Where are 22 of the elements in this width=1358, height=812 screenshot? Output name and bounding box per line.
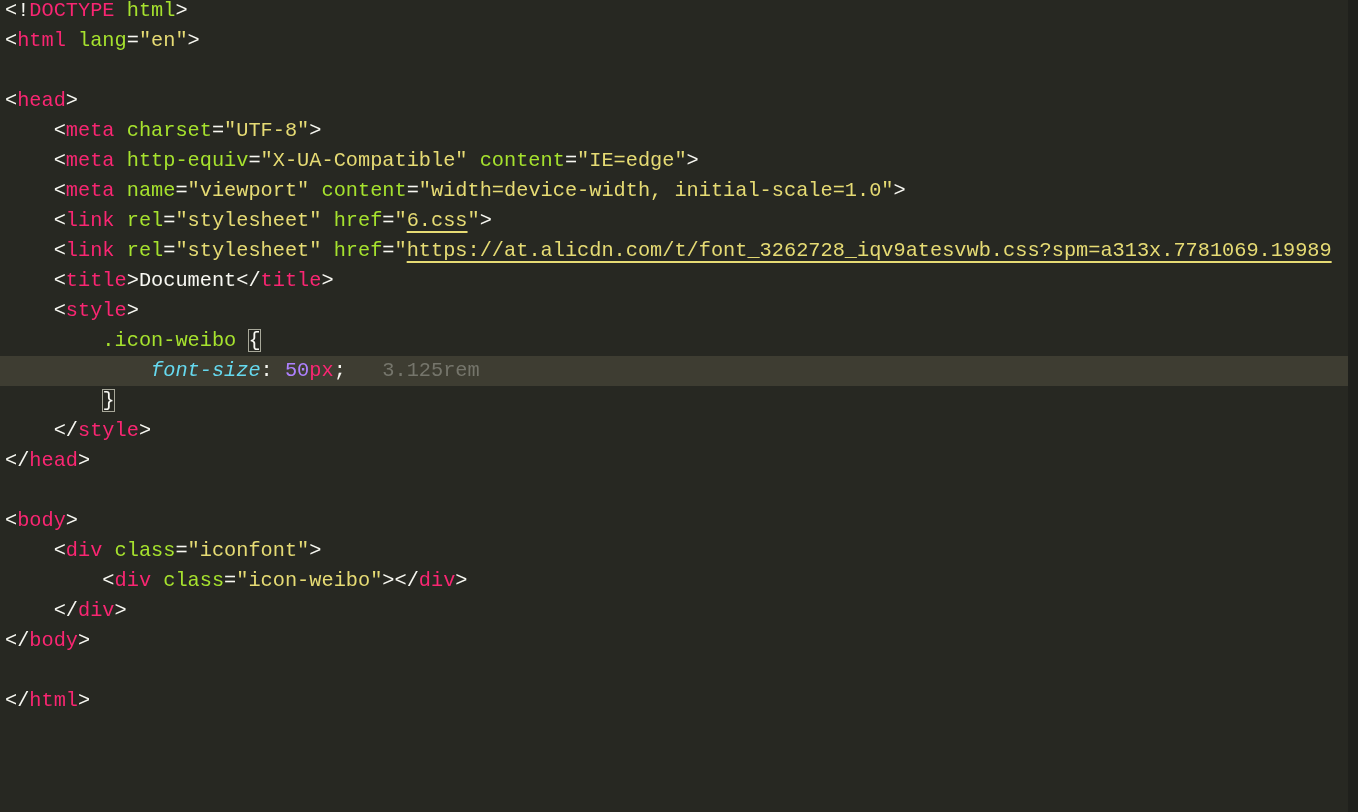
code-line: <style> [52,298,139,324]
code-line: <!DOCTYPE html> [5,0,188,24]
code-line: </html> [5,688,91,714]
code-line: </style> [52,418,152,444]
code-line: <link rel="stylesheet" href="https://at.alicdn.com/t/font_3262728_iqv9atesvwb.css?spm=a313x.7781069.19989 [52,238,1332,264]
code-line: .icon-weibo { [101,328,261,354]
code-line: font-size: 50px; 3.125rem [150,358,480,384]
code-line: <body> [5,508,79,534]
code-line: <meta name="viewport" content="width=device-width, initial-scale=1.0"> [52,178,906,204]
code-line: <meta charset="UTF-8"> [52,118,322,144]
code-line: <head> [5,88,79,114]
code-line: <link rel="stylesheet" href="6.css"> [52,208,492,234]
code-line: } [101,388,115,414]
code-line: <div class="icon-weibo"></div> [101,568,468,594]
code-line: <div class="iconfont"> [52,538,322,564]
scrollbar-track[interactable] [1348,0,1358,812]
code-line: </div> [52,598,127,624]
code-line: </head> [5,448,91,474]
code-line: <html lang="en"> [5,28,200,54]
code-line: <meta http-equiv="X-UA-Compatible" content="IE=edge"> [52,148,699,174]
code-line: <title>Document</title> [52,268,334,294]
code-line: </body> [5,628,91,654]
